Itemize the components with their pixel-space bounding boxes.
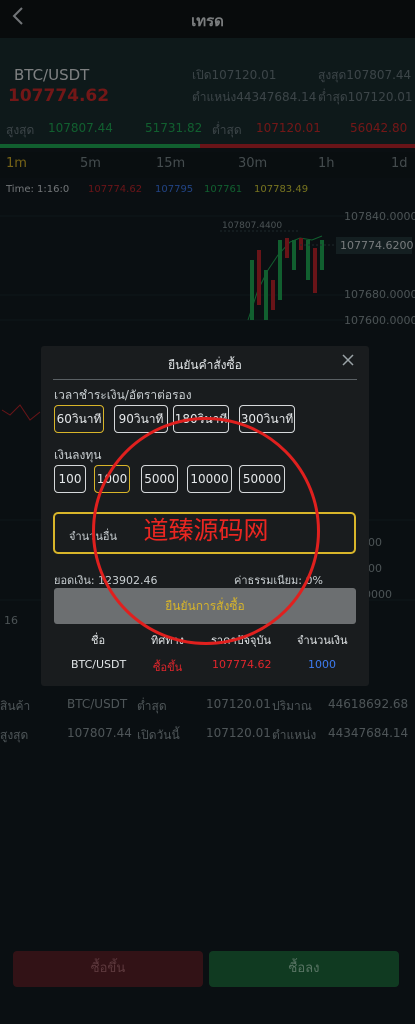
header-name: ชื่อ [91, 634, 106, 647]
header-amount: จำนวนเงิน [297, 634, 348, 647]
row-pair: BTC/USDT [71, 658, 127, 671]
time-option-60[interactable]: 60วินาที [54, 405, 104, 433]
close-icon[interactable] [341, 353, 357, 369]
dialog-divider [53, 379, 357, 380]
row-direction: ซื้อขึ้น [153, 661, 183, 674]
row-price: 107774.62 [212, 658, 272, 671]
time-section-label: เวลาชำระเงิน/อัตราต่อรอง [54, 388, 192, 402]
trade-page: เทรด BTC/USDT 107774.62 เปิด107120.01 สู… [0, 0, 415, 1024]
amount-option-100[interactable]: 100 [54, 465, 86, 493]
invest-section-label: เงินลงทุน [54, 448, 102, 462]
dialog-title: ยืนยันคำสั่งซื้อ [168, 358, 242, 372]
row-amount: 1000 [308, 658, 336, 671]
watermark-text: 道臻源码网 [143, 516, 269, 545]
watermark-seal: 道臻源码网 [92, 417, 320, 645]
